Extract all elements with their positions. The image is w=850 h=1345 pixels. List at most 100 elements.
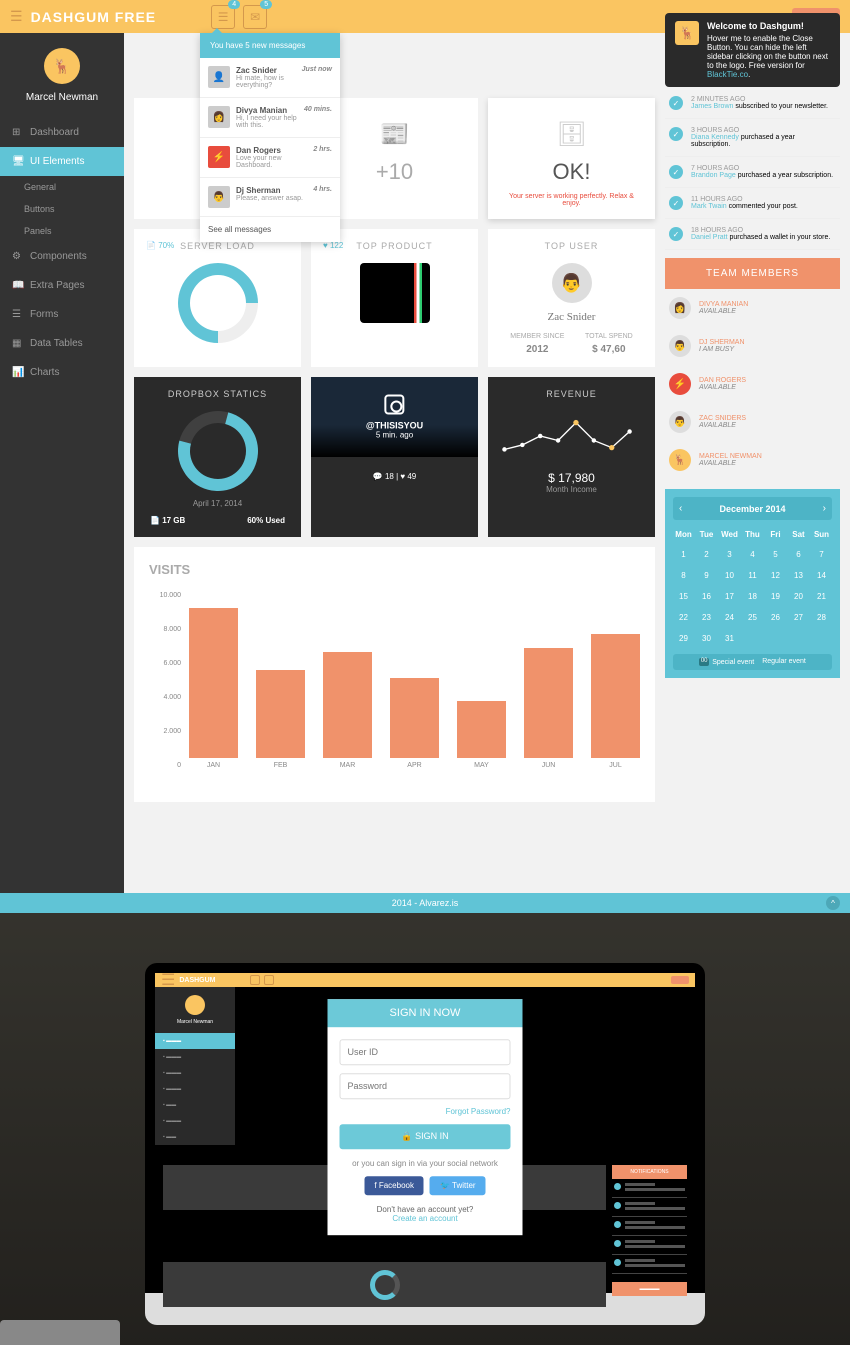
calendar-day[interactable]: 8: [673, 566, 694, 585]
calendar-day[interactable]: 10: [719, 566, 740, 585]
server-card: 🗄 OK! Your server is working perfectly. …: [488, 98, 655, 219]
notification-item[interactable]: ✓7 HOURS AGOBrandon Page purchased a yea…: [665, 157, 840, 188]
see-all-messages[interactable]: See all messages: [200, 217, 340, 242]
message-item[interactable]: 👤 Zac SniderHi mate, how is everything? …: [200, 58, 340, 98]
calendar-day[interactable]: 17: [719, 587, 740, 606]
nav-data-tables[interactable]: ▦Data Tables: [0, 329, 124, 358]
tooltip-link[interactable]: BlackTie.co: [707, 70, 748, 79]
sidebar: 🦌 Marcel Newman ⊞Dashboard 🖥UI Elements …: [0, 33, 124, 893]
nav-general[interactable]: General: [0, 176, 124, 198]
dashboard-icon: ⊞: [12, 127, 22, 138]
signin-button[interactable]: 🔒 SIGN IN: [340, 1124, 511, 1149]
nav-buttons[interactable]: Buttons: [0, 198, 124, 220]
tooltip-title: Welcome to Dashgum!: [707, 21, 830, 31]
team-member[interactable]: 👨Zac SnidersAVAILABLE: [665, 403, 840, 441]
calendar-day[interactable]: 19: [765, 587, 786, 606]
message-item[interactable]: ⚡ Dan RogersLove your new Dashboard. 2 h…: [200, 138, 340, 178]
login-card: SIGN IN NOW Forgot Password? 🔒 SIGN IN o…: [328, 999, 523, 1235]
nav-ui-elements[interactable]: 🖥UI Elements: [0, 147, 124, 176]
notification-item[interactable]: ✓11 HOURS AGOMark Twain commented your p…: [665, 188, 840, 219]
nav-extra-pages[interactable]: 📖Extra Pages: [0, 271, 124, 300]
forgot-password-link[interactable]: Forgot Password?: [340, 1107, 511, 1116]
nav-charts[interactable]: 📊Charts: [0, 358, 124, 387]
calendar-day[interactable]: 24: [719, 608, 740, 627]
calendar-day[interactable]: 1: [673, 545, 694, 564]
calendar-day[interactable]: 21: [811, 587, 832, 606]
news-icon: 📰: [323, 120, 466, 149]
revenue-sparkline: [500, 411, 643, 461]
calendar-day[interactable]: 12: [765, 566, 786, 585]
password-input[interactable]: [340, 1073, 511, 1099]
visits-bar: [457, 701, 506, 758]
calendar-prev[interactable]: ‹: [679, 503, 682, 514]
check-icon: ✓: [669, 96, 683, 110]
notification-item[interactable]: ✓3 HOURS AGODiana Kennedy purchased a ye…: [665, 119, 840, 157]
menu-toggle-icon[interactable]: ☰: [10, 8, 23, 25]
notification-item[interactable]: ✓2 MINUTES AGOJames Brown subscribed to …: [665, 88, 840, 119]
calendar-day[interactable]: 31: [719, 629, 740, 648]
login-title: SIGN IN NOW: [328, 999, 523, 1027]
nav-dashboard[interactable]: ⊞Dashboard: [0, 118, 124, 147]
server-load-pct: 📄 70%: [146, 241, 174, 250]
facebook-button[interactable]: f Facebook: [364, 1176, 424, 1195]
team-member[interactable]: ⚡DAN ROGERSAVAILABLE: [665, 365, 840, 403]
visits-bar: [189, 608, 238, 758]
camera-decoration: [0, 1320, 120, 1345]
server-message: Your server is working perfectly. Relax …: [500, 193, 643, 207]
calendar-day[interactable]: 16: [696, 587, 717, 606]
or-text: or you can sign in via your social netwo…: [340, 1159, 511, 1168]
instagram-card: @THISISYOU 5 min. ago 💬 18 | ♥ 49: [311, 377, 478, 537]
notification-item[interactable]: ✓18 HOURS AGODaniel Pratt purchased a wa…: [665, 219, 840, 250]
scroll-top-button[interactable]: ^: [826, 896, 840, 910]
user-avatar: 👨: [552, 263, 592, 303]
top-product-card: TOP PRODUCT ♥ 122: [311, 229, 478, 367]
nav-forms[interactable]: ☰Forms: [0, 300, 124, 329]
visits-bar: [323, 652, 372, 758]
messages-header: You have 5 new messages: [200, 33, 340, 58]
message-item[interactable]: 👨 Dj ShermanPlease, answer asap. 4 hrs.: [200, 178, 340, 217]
calendar-next[interactable]: ›: [823, 503, 826, 514]
deer-icon: 🦌: [675, 21, 699, 45]
create-account-link[interactable]: Create an account: [340, 1214, 511, 1223]
team-member[interactable]: 👨DJ SHERMANI AM BUSY: [665, 327, 840, 365]
calendar-day[interactable]: 13: [788, 566, 809, 585]
calendar-day[interactable]: 14: [811, 566, 832, 585]
calendar-day[interactable]: 25: [742, 608, 763, 627]
calendar-day[interactable]: 3: [719, 545, 740, 564]
tasks-icon[interactable]: ☰4: [211, 5, 235, 29]
team-member[interactable]: 🦌Marcel NewmanAVAILABLE: [665, 441, 840, 479]
calendar-day[interactable]: 20: [788, 587, 809, 606]
profile-avatar[interactable]: 🦌: [44, 48, 80, 84]
chart-icon: 📊: [12, 367, 22, 378]
calendar-day[interactable]: 5: [765, 545, 786, 564]
calendar-day[interactable]: 29: [673, 629, 694, 648]
visits-chart: 10.0008.0006.0004.0002.0000 JANFEBMARAPR…: [149, 592, 640, 787]
user-id-input[interactable]: [340, 1039, 511, 1065]
calendar-day[interactable]: 2: [696, 545, 717, 564]
calendar-day[interactable]: 27: [788, 608, 809, 627]
nav-components[interactable]: ⚙Components: [0, 242, 124, 271]
calendar-day[interactable]: 6: [788, 545, 809, 564]
table-icon: ▦: [12, 338, 22, 349]
calendar-day[interactable]: 26: [765, 608, 786, 627]
calendar-day[interactable]: 30: [696, 629, 717, 648]
calendar-day[interactable]: 11: [742, 566, 763, 585]
calendar-day[interactable]: 7: [811, 545, 832, 564]
calendar-day[interactable]: 15: [673, 587, 694, 606]
twitter-button[interactable]: 🐦 Twitter: [430, 1176, 486, 1195]
calendar-day[interactable]: 22: [673, 608, 694, 627]
dropbox-card: DROPBOX STATICS April 17, 2014 📄 17 GB 6…: [134, 377, 301, 537]
team-member[interactable]: 👩DIVYA MANIANAVAILABLE: [665, 289, 840, 327]
calendar-day[interactable]: 28: [811, 608, 832, 627]
visits-bar: [591, 634, 640, 758]
calendar-day[interactable]: 4: [742, 545, 763, 564]
instagram-icon: [384, 395, 404, 415]
message-item[interactable]: 👩 Divya ManianHi, I need your help with …: [200, 98, 340, 138]
calendar-day[interactable]: 18: [742, 587, 763, 606]
server-load-card: SERVER LOAD 📄 70%: [134, 229, 301, 367]
calendar-day[interactable]: 23: [696, 608, 717, 627]
nav-panels[interactable]: Panels: [0, 220, 124, 242]
messages-icon[interactable]: ✉5: [243, 5, 267, 29]
calendar-day[interactable]: 9: [696, 566, 717, 585]
check-icon: ✓: [669, 165, 683, 179]
